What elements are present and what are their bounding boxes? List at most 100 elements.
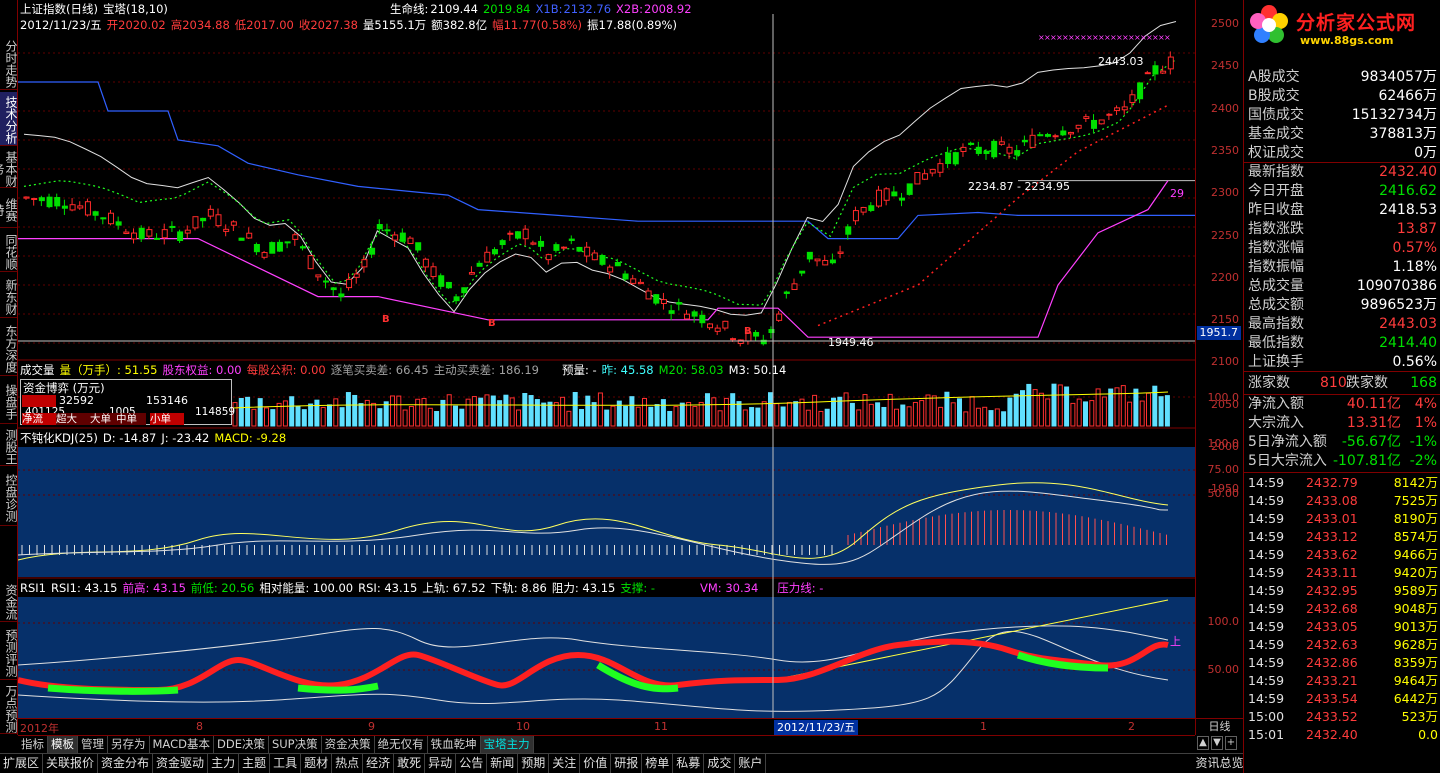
rsi-prev-low: 前低: 20.56 [190, 581, 255, 595]
sidebar-tab-zijinliu[interactable]: 资金流 [0, 580, 18, 622]
volume-bar [642, 397, 647, 427]
tab-news-overview[interactable]: 资讯总览 [1195, 754, 1245, 773]
tab-sup[interactable]: SUP决策 [269, 736, 322, 753]
tab-indicator[interactable]: 指标 [18, 736, 48, 753]
candle-body [1091, 119, 1098, 129]
sidebar-tab-basic[interactable]: 基本财务 [0, 148, 18, 188]
candle-body [146, 229, 153, 237]
bottom-tab[interactable]: 价值 [580, 754, 612, 773]
bottom-tab[interactable]: 公告 [456, 754, 488, 773]
bottom-tab[interactable]: 研报 [611, 754, 643, 773]
rsi-prev-high: 前高: 43.15 [122, 581, 186, 595]
candle-body [445, 281, 452, 289]
tab-dde[interactable]: DDE决策 [214, 736, 269, 753]
tab-unique[interactable]: 绝无仅有 [375, 736, 428, 753]
tab-baota[interactable]: 宝塔主力 [480, 736, 534, 753]
sidebar-tab-technical[interactable]: 技术分析 [0, 92, 18, 146]
candle-body [622, 273, 629, 280]
bottom-tab[interactable]: 榜单 [642, 754, 674, 773]
volume-bar [301, 409, 307, 427]
bottom-tab[interactable]: 工具 [270, 754, 302, 773]
vol-h10: M3: 50.14 [728, 363, 787, 377]
candle-body [353, 273, 360, 278]
rsi-rel-energy: 相对能量: 100.00 [259, 581, 354, 595]
bottom-tab[interactable]: 主力 [208, 754, 240, 773]
candle-body [968, 142, 975, 145]
bottom-tab[interactable]: 成交 [704, 754, 736, 773]
bottom-tab[interactable]: 资金驱动 [153, 754, 209, 773]
volume-bar [1038, 392, 1044, 427]
zoom-in-button[interactable]: + [1225, 736, 1237, 750]
volume-bar [679, 402, 685, 427]
stat-label: 基金成交 [1248, 126, 1304, 142]
bottom-tab[interactable]: 新闻 [487, 754, 519, 773]
candle-body [945, 152, 952, 164]
ohlc-open: 开2020.02 [106, 18, 166, 32]
volume-bar [667, 410, 673, 427]
sidebar-tab-dongfang[interactable]: 东方深度 [0, 320, 18, 376]
sidebar-tab-tonghuashun[interactable]: 同花顺 [0, 230, 18, 272]
kdj-tick-100: 100.0 [1207, 437, 1240, 450]
candle-body [806, 251, 813, 260]
ohlc-amplitude: 振17.88(0.89%) [587, 18, 677, 32]
bottom-tab[interactable]: 敢死 [394, 754, 426, 773]
candle-body [837, 251, 844, 254]
volume-bar [831, 397, 836, 427]
bottom-tab[interactable]: 题材 [301, 754, 333, 773]
vol-h1: 成交量 [20, 363, 55, 377]
scroll-down-button[interactable]: ▼ [1211, 736, 1223, 750]
vol-h6: 主动买卖差: 186.19 [433, 363, 539, 377]
bottom-tab[interactable]: 关注 [549, 754, 581, 773]
tab-macd-basic[interactable]: MACD基本 [150, 736, 214, 753]
tick-price: 2433.62 [1306, 547, 1358, 562]
candle-body [346, 278, 353, 289]
kdj-j: J: -23.42 [161, 431, 210, 445]
buy-marker: B [382, 314, 390, 325]
volume-bar [358, 403, 364, 427]
sidebar-tab-weisaite[interactable]: 维赛特 [0, 190, 18, 228]
date-label-1: 1 [980, 720, 987, 733]
chart-area[interactable]: × × × × × × × × × × × × × × × × × × × × × × 2443.03 2234.87 - 2… [18, 0, 1195, 718]
tick-volume: 8142万 [1393, 475, 1438, 490]
sidebar-tab-yuce[interactable]: 预测评测 [0, 624, 18, 680]
bottom-tab[interactable]: 私募 [673, 754, 705, 773]
scroll-up-button[interactable]: ▲ [1197, 736, 1209, 750]
tab-manage[interactable]: 管理 [78, 736, 108, 753]
tab-template[interactable]: 模板 [48, 736, 78, 753]
sidebar-tab-xindongcai[interactable]: 新东财 [0, 274, 18, 318]
sidebar-tab-caopanshou[interactable]: 操盘手 [0, 378, 18, 424]
kline-chart[interactable]: × × × × × × × × × × × × × × × × × × × × × ×2443.032234.87 - 2… [18, 0, 1195, 718]
sidebar-tab-ceguwang[interactable]: 测股王 [0, 426, 18, 466]
bottom-tab[interactable]: 热点 [332, 754, 364, 773]
fund-box-l2: 超大 [56, 413, 90, 425]
bottom-tab[interactable]: 关联报价 [43, 754, 99, 773]
stat-label: 指数涨幅 [1248, 240, 1304, 256]
tick-time: 14:59 [1248, 691, 1285, 706]
sidebar-tab-timeshare[interactable]: 分时走势 [0, 36, 18, 90]
bottom-tab[interactable]: 预期 [518, 754, 550, 773]
tick-volume: 7525万 [1393, 493, 1438, 508]
bottom-tab[interactable]: 异动 [425, 754, 457, 773]
tab-fund-decision[interactable]: 资金决策 [322, 736, 375, 753]
sidebar-tab-kongpan[interactable]: 控盘诊测 [0, 468, 18, 526]
bottom-tab[interactable]: 主题 [239, 754, 271, 773]
tick-price: 2432.86 [1306, 655, 1358, 670]
bottom-tab[interactable]: 扩展区 [0, 754, 44, 773]
volume-bar [251, 408, 257, 427]
bottom-tab[interactable]: 经济 [363, 754, 395, 773]
bottom-tab[interactable]: 账户 [735, 754, 767, 773]
candle-body [561, 246, 568, 249]
volume-bar [849, 402, 855, 427]
candle-body [1160, 70, 1167, 74]
volume-bar [660, 399, 666, 427]
candle-body [61, 205, 68, 209]
tab-save-as[interactable]: 另存为 [108, 736, 150, 753]
volume-bar [711, 397, 717, 427]
tick-price: 2433.08 [1306, 493, 1358, 508]
sidebar-tab-wandian[interactable]: 万点预测 [0, 682, 18, 734]
tab-tiexue[interactable]: 铁血乾坤 [428, 736, 481, 753]
period-label[interactable]: 日线 [1195, 718, 1243, 735]
bottom-tab[interactable]: 资金分布 [98, 754, 154, 773]
candle-body [668, 310, 675, 314]
candle-body [276, 241, 283, 252]
